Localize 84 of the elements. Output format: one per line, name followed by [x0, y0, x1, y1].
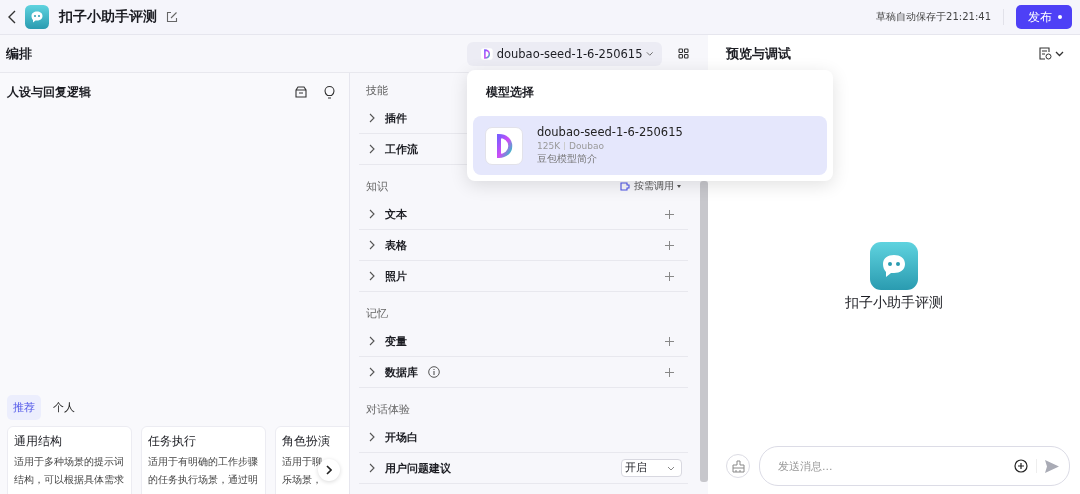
model-name: doubao-seed-1-6-250615 [537, 125, 683, 139]
add-icon[interactable] [665, 271, 674, 281]
toggle-select[interactable]: 开启 [621, 459, 682, 477]
skill-label: 用户问题建议 [385, 460, 451, 476]
template-description: 适用于多种场景的提示词 [14, 455, 125, 469]
model-description: 豆包模型简介 [537, 153, 598, 166]
template-description: 结构，可以根据具体需求 [14, 473, 125, 487]
add-icon[interactable] [665, 240, 674, 250]
plugin-icon [620, 181, 631, 191]
edit-icon[interactable] [166, 11, 178, 23]
template-title: 任务执行 [148, 434, 197, 449]
bot-avatar-icon [870, 242, 918, 290]
chevron-down-icon [1055, 50, 1064, 57]
skill-label: 照片 [385, 268, 407, 284]
template-card[interactable]: 角色扮演 适用于聊 乐场景， [275, 426, 349, 494]
template-title: 角色扮演 [282, 434, 331, 449]
template-tab[interactable]: 推荐 [7, 395, 41, 420]
persona-title: 人设与回复逻辑 [7, 83, 91, 101]
preview-title: 预览与调试 [726, 44, 791, 63]
chevron-right-icon [369, 209, 375, 219]
section-title: 编排 [6, 44, 32, 63]
template-tab[interactable]: 个人 [47, 395, 81, 420]
back-icon[interactable] [8, 10, 16, 24]
chevron-right-icon [326, 465, 332, 475]
document-icon [1039, 47, 1052, 60]
chevron-right-icon [369, 463, 375, 473]
add-icon[interactable] [665, 209, 674, 219]
message-input[interactable]: 发送消息... [776, 458, 1006, 474]
add-circle-icon[interactable] [1014, 459, 1028, 473]
template-title: 通用结构 [14, 434, 63, 449]
section-label: 对话体验 [366, 401, 410, 417]
section-label: 记忆 [366, 305, 388, 321]
model-provider: Doubao [569, 141, 604, 151]
skill-row[interactable]: 变量 [359, 326, 688, 357]
chevron-right-icon [369, 113, 375, 123]
skill-row[interactable]: 用户问题建议 开启 [359, 453, 688, 484]
model-selector[interactable]: doubao-seed-1-6-250615 [467, 42, 662, 66]
skill-label: 插件 [385, 110, 407, 126]
chevron-right-icon [369, 240, 375, 250]
message-field[interactable]: 发送消息... [759, 446, 1070, 486]
skill-row[interactable]: 数据库 [359, 357, 688, 388]
chevron-right-icon [369, 144, 375, 154]
skill-label: 文本 [385, 206, 407, 222]
model-logo-icon [481, 47, 493, 61]
template-card[interactable]: 任务执行 适用于有明确的工作步骤 的任务执行场景，通过明 [141, 426, 266, 494]
skill-label: 数据库 [385, 364, 418, 380]
brush-icon [731, 459, 745, 473]
info-icon[interactable] [428, 366, 440, 378]
scrollbar[interactable] [700, 181, 708, 482]
template-description: 适用于聊 [282, 455, 323, 469]
save-status: 草稿自动保存于21:21:41 [876, 10, 991, 24]
skill-label: 变量 [385, 333, 407, 349]
template-card[interactable]: 通用结构 适用于多种场景的提示词 结构，可以根据具体需求 [7, 426, 132, 494]
chevron-right-icon [369, 336, 375, 346]
chevron-right-icon [369, 367, 375, 377]
bot-name: 扣子小助手评测 [845, 294, 943, 312]
skill-label: 工作流 [385, 141, 418, 157]
chevron-right-icon [369, 271, 375, 281]
template-description: 的任务执行场景，通过明 [148, 473, 259, 487]
skill-row[interactable]: 照片 [359, 261, 688, 292]
publish-button[interactable]: 发布 [1016, 5, 1072, 29]
template-description: 乐场景， [282, 473, 323, 487]
bot-title: 扣子小助手评测 [59, 8, 157, 26]
add-icon[interactable] [665, 367, 674, 377]
skill-row[interactable]: 表格 [359, 230, 688, 261]
template-description: 适用于有明确的工作步骤 [148, 455, 259, 469]
lightbulb-icon[interactable] [324, 85, 335, 99]
bot-avatar-icon [25, 5, 49, 29]
context-length: 125K [537, 141, 561, 151]
section-label: 技能 [366, 82, 388, 98]
chevron-right-icon [369, 432, 375, 442]
skill-label: 开场白 [385, 429, 418, 445]
model-option[interactable]: doubao-seed-1-6-250615 125K Doubao 豆包模型简介 [473, 116, 827, 175]
optimize-icon[interactable] [294, 86, 308, 98]
chevron-down-icon [667, 465, 675, 471]
add-icon[interactable] [665, 336, 674, 346]
skill-row[interactable]: 开场白 [359, 422, 688, 453]
skill-label: 表格 [385, 237, 407, 253]
debug-menu-button[interactable] [1039, 47, 1064, 60]
grid-icon[interactable] [678, 48, 689, 59]
skill-row[interactable]: 文本 [359, 199, 688, 230]
chevron-down-icon [646, 51, 654, 57]
section-label: 知识 [366, 178, 388, 194]
menu-title: 模型选择 [485, 84, 535, 101]
